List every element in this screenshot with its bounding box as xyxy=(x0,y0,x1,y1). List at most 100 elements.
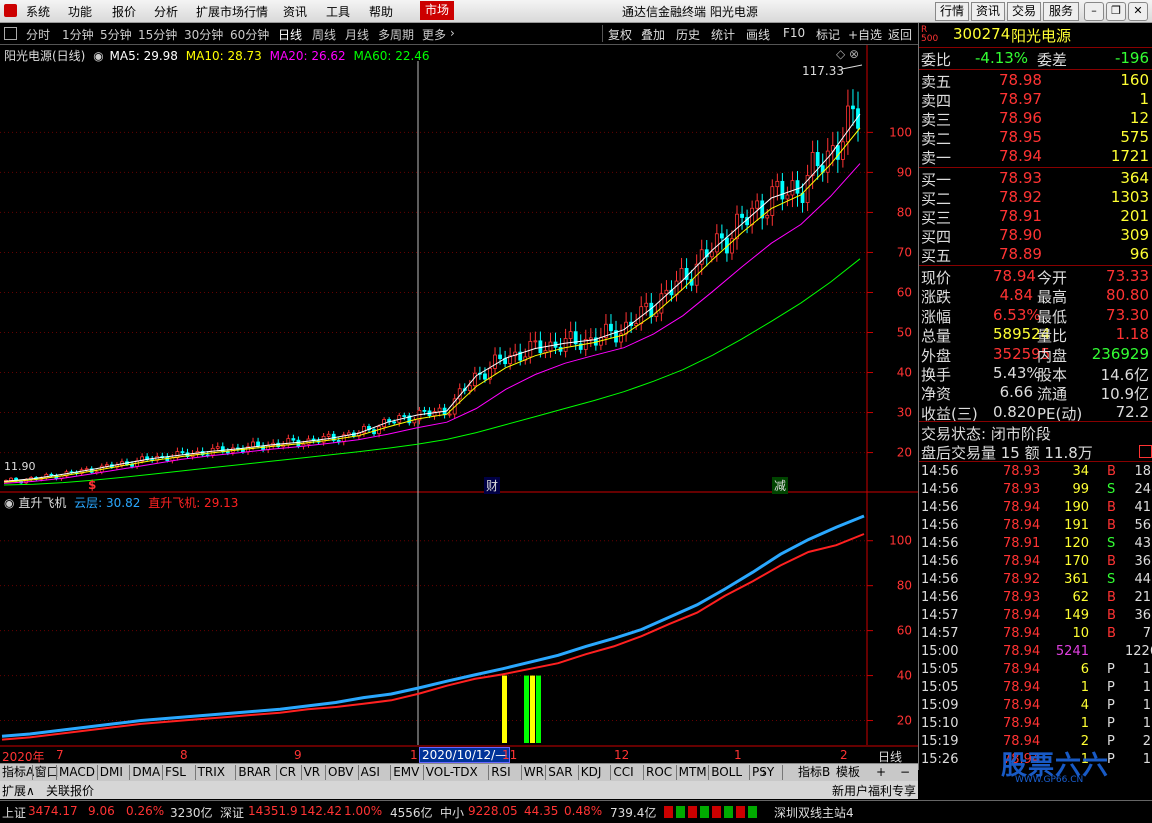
diamond-icon[interactable]: ◇ ⊗ xyxy=(836,47,859,61)
indicator-tab-vr[interactable]: VR xyxy=(304,765,321,780)
btn-quote[interactable]: 行情 xyxy=(935,2,969,21)
tab-divider xyxy=(520,765,522,780)
tool-f10[interactable]: F10 xyxy=(783,26,805,40)
tab-divider xyxy=(577,765,579,780)
indicator-tab-rsi[interactable]: RSI xyxy=(491,765,511,780)
tick-count: 43 xyxy=(1134,536,1151,551)
tool-add-watch[interactable]: +自选 xyxy=(848,26,882,43)
extension-bar: 扩展∧ 关联报价 新用户福利专享 xyxy=(0,781,918,799)
indicator-tab-指标a[interactable]: 指标A xyxy=(2,765,34,780)
ask-row: 卖三 78.96 12 xyxy=(919,109,1152,129)
tick-price: 78.94 xyxy=(1003,608,1041,623)
layout-icon[interactable] xyxy=(4,27,17,40)
indicator-tab-boll[interactable]: BOLL xyxy=(711,765,742,780)
server-site[interactable]: 深圳双线主站4 xyxy=(774,804,854,821)
expand-icon[interactable] xyxy=(1139,445,1152,458)
sh-index[interactable]: 3474.17 xyxy=(28,804,78,818)
period-multi[interactable]: 多周期 xyxy=(378,26,414,43)
watermark-url: WWW.GP66.CN xyxy=(1015,775,1084,785)
sz-index[interactable]: 14351.9 xyxy=(248,804,298,818)
marker-finance[interactable]: 财 xyxy=(484,477,501,494)
period-5min[interactable]: 5分钟 xyxy=(100,26,132,43)
quote-row: 外盘 352595 内盘 236929 xyxy=(919,344,1152,365)
period-15min[interactable]: 15分钟 xyxy=(138,26,177,43)
period-weekly[interactable]: 周线 xyxy=(312,26,336,43)
menu-item-help[interactable]: 帮助 xyxy=(369,3,393,20)
btn-info[interactable]: 资讯 xyxy=(971,2,1005,21)
maximize-icon[interactable]: ❐ xyxy=(1106,2,1126,21)
menu-item-function[interactable]: 功能 xyxy=(68,3,92,20)
indicator-tab-vol-tdx[interactable]: VOL-TDX xyxy=(426,765,478,780)
period-more[interactable]: 更多 xyxy=(422,26,446,43)
indicator-tab-cr[interactable]: CR xyxy=(279,765,296,780)
settings-icon[interactable]: ◉ xyxy=(4,496,14,510)
chevron-right-icon[interactable]: › xyxy=(450,26,455,40)
quote-value: 352595 xyxy=(993,344,1051,363)
chevron-right-icon[interactable]: › xyxy=(762,765,767,780)
indicator-tab-macd[interactable]: MACD xyxy=(59,765,95,780)
indicator-tab-asi[interactable]: ASI xyxy=(361,765,380,780)
tick-count: 56 xyxy=(1134,518,1151,533)
btn-trade[interactable]: 交易 xyxy=(1007,2,1041,21)
tick-time: 14:56 xyxy=(921,518,959,533)
candle-body xyxy=(251,441,255,448)
indicator-tab-trix[interactable]: TRIX xyxy=(198,765,225,780)
remove-window-button[interactable]: − xyxy=(900,765,910,780)
indicator-tab-kdj[interactable]: KDJ xyxy=(581,765,602,780)
menu-item-info[interactable]: 资讯 xyxy=(283,3,307,20)
period-60min[interactable]: 60分钟 xyxy=(230,26,269,43)
candle-body xyxy=(467,385,472,391)
x-tick: 1 xyxy=(734,748,742,762)
tool-adjust[interactable]: 复权 xyxy=(608,26,632,43)
indicator-tab-cci[interactable]: CCI xyxy=(613,765,633,780)
marker-reduce[interactable]: 减 xyxy=(772,477,789,494)
tool-draw[interactable]: 画线 xyxy=(746,26,770,43)
menu-item-tools[interactable]: 工具 xyxy=(326,3,350,20)
candle-body xyxy=(775,180,780,188)
indicator-b-button[interactable]: 指标B xyxy=(798,765,830,780)
indicator-tab-emv[interactable]: EMV xyxy=(393,765,419,780)
chevron-down-icon[interactable]: ◉ xyxy=(93,49,103,63)
minimize-icon[interactable]: – xyxy=(1084,2,1104,21)
indicator-tab-obv[interactable]: OBV xyxy=(328,765,354,780)
tick-time: 15:00 xyxy=(921,644,959,659)
related-quote-tab[interactable]: 关联报价 xyxy=(46,782,94,799)
btn-service[interactable]: 服务 xyxy=(1043,2,1079,21)
marker-dividend[interactable]: $ xyxy=(88,478,96,492)
indicator-tab-wr[interactable]: WR xyxy=(524,765,544,780)
menu-item-ext-market[interactable]: 扩展市场行情 xyxy=(196,3,268,20)
ext-toggle[interactable]: 扩展∧ xyxy=(2,782,35,799)
menu-item-quote[interactable]: 报价 xyxy=(112,3,136,20)
tool-back[interactable]: 返回 xyxy=(888,26,912,43)
indicator-tab-roc[interactable]: ROC xyxy=(646,765,672,780)
menu-item-system[interactable]: 系统 xyxy=(26,3,50,20)
period-daily[interactable]: 日线 xyxy=(278,26,302,43)
close-icon[interactable]: ✕ xyxy=(1128,2,1148,21)
indicator-tab-dmi[interactable]: DMI xyxy=(100,765,123,780)
bid-price: 78.93 xyxy=(999,169,1042,187)
chart-area[interactable]: 20 30 40 50 60 70 80 90 100 20 40 60 80 100 xyxy=(0,45,918,763)
indicator-tab-dma[interactable]: DMA xyxy=(132,765,160,780)
tool-overlay[interactable]: 叠加 xyxy=(641,26,665,43)
tool-mark[interactable]: 标记 xyxy=(816,26,840,43)
new-user-promo[interactable]: 新用户福利专享 xyxy=(832,782,916,799)
ask-volume: 1 xyxy=(1139,90,1149,108)
period-1min[interactable]: 1分钟 xyxy=(62,26,94,43)
period-monthly[interactable]: 月线 xyxy=(345,26,369,43)
period-30min[interactable]: 30分钟 xyxy=(184,26,223,43)
indicator-tab-brar[interactable]: BRAR xyxy=(238,765,271,780)
indicator-tab-sar[interactable]: SAR xyxy=(548,765,572,780)
tick-price: 78.94 xyxy=(1003,644,1041,659)
template-button[interactable]: 模板 xyxy=(836,765,860,780)
zx-index[interactable]: 9228.05 xyxy=(468,804,518,818)
tool-stats[interactable]: 统计 xyxy=(711,26,735,43)
add-window-button[interactable]: + xyxy=(876,765,886,780)
indicator-tab-fsl[interactable]: FSL xyxy=(165,765,186,780)
tool-history[interactable]: 历史 xyxy=(676,26,700,43)
market-tab[interactable]: 市场 xyxy=(420,1,454,20)
period-intraday[interactable]: 分时 xyxy=(26,26,50,43)
indicator-tab-mtm[interactable]: MTM xyxy=(679,765,707,780)
menu-item-analysis[interactable]: 分析 xyxy=(154,3,178,20)
indicator-tab-窗口[interactable]: 窗口 xyxy=(35,765,59,780)
x-tick: 8 xyxy=(180,748,188,762)
